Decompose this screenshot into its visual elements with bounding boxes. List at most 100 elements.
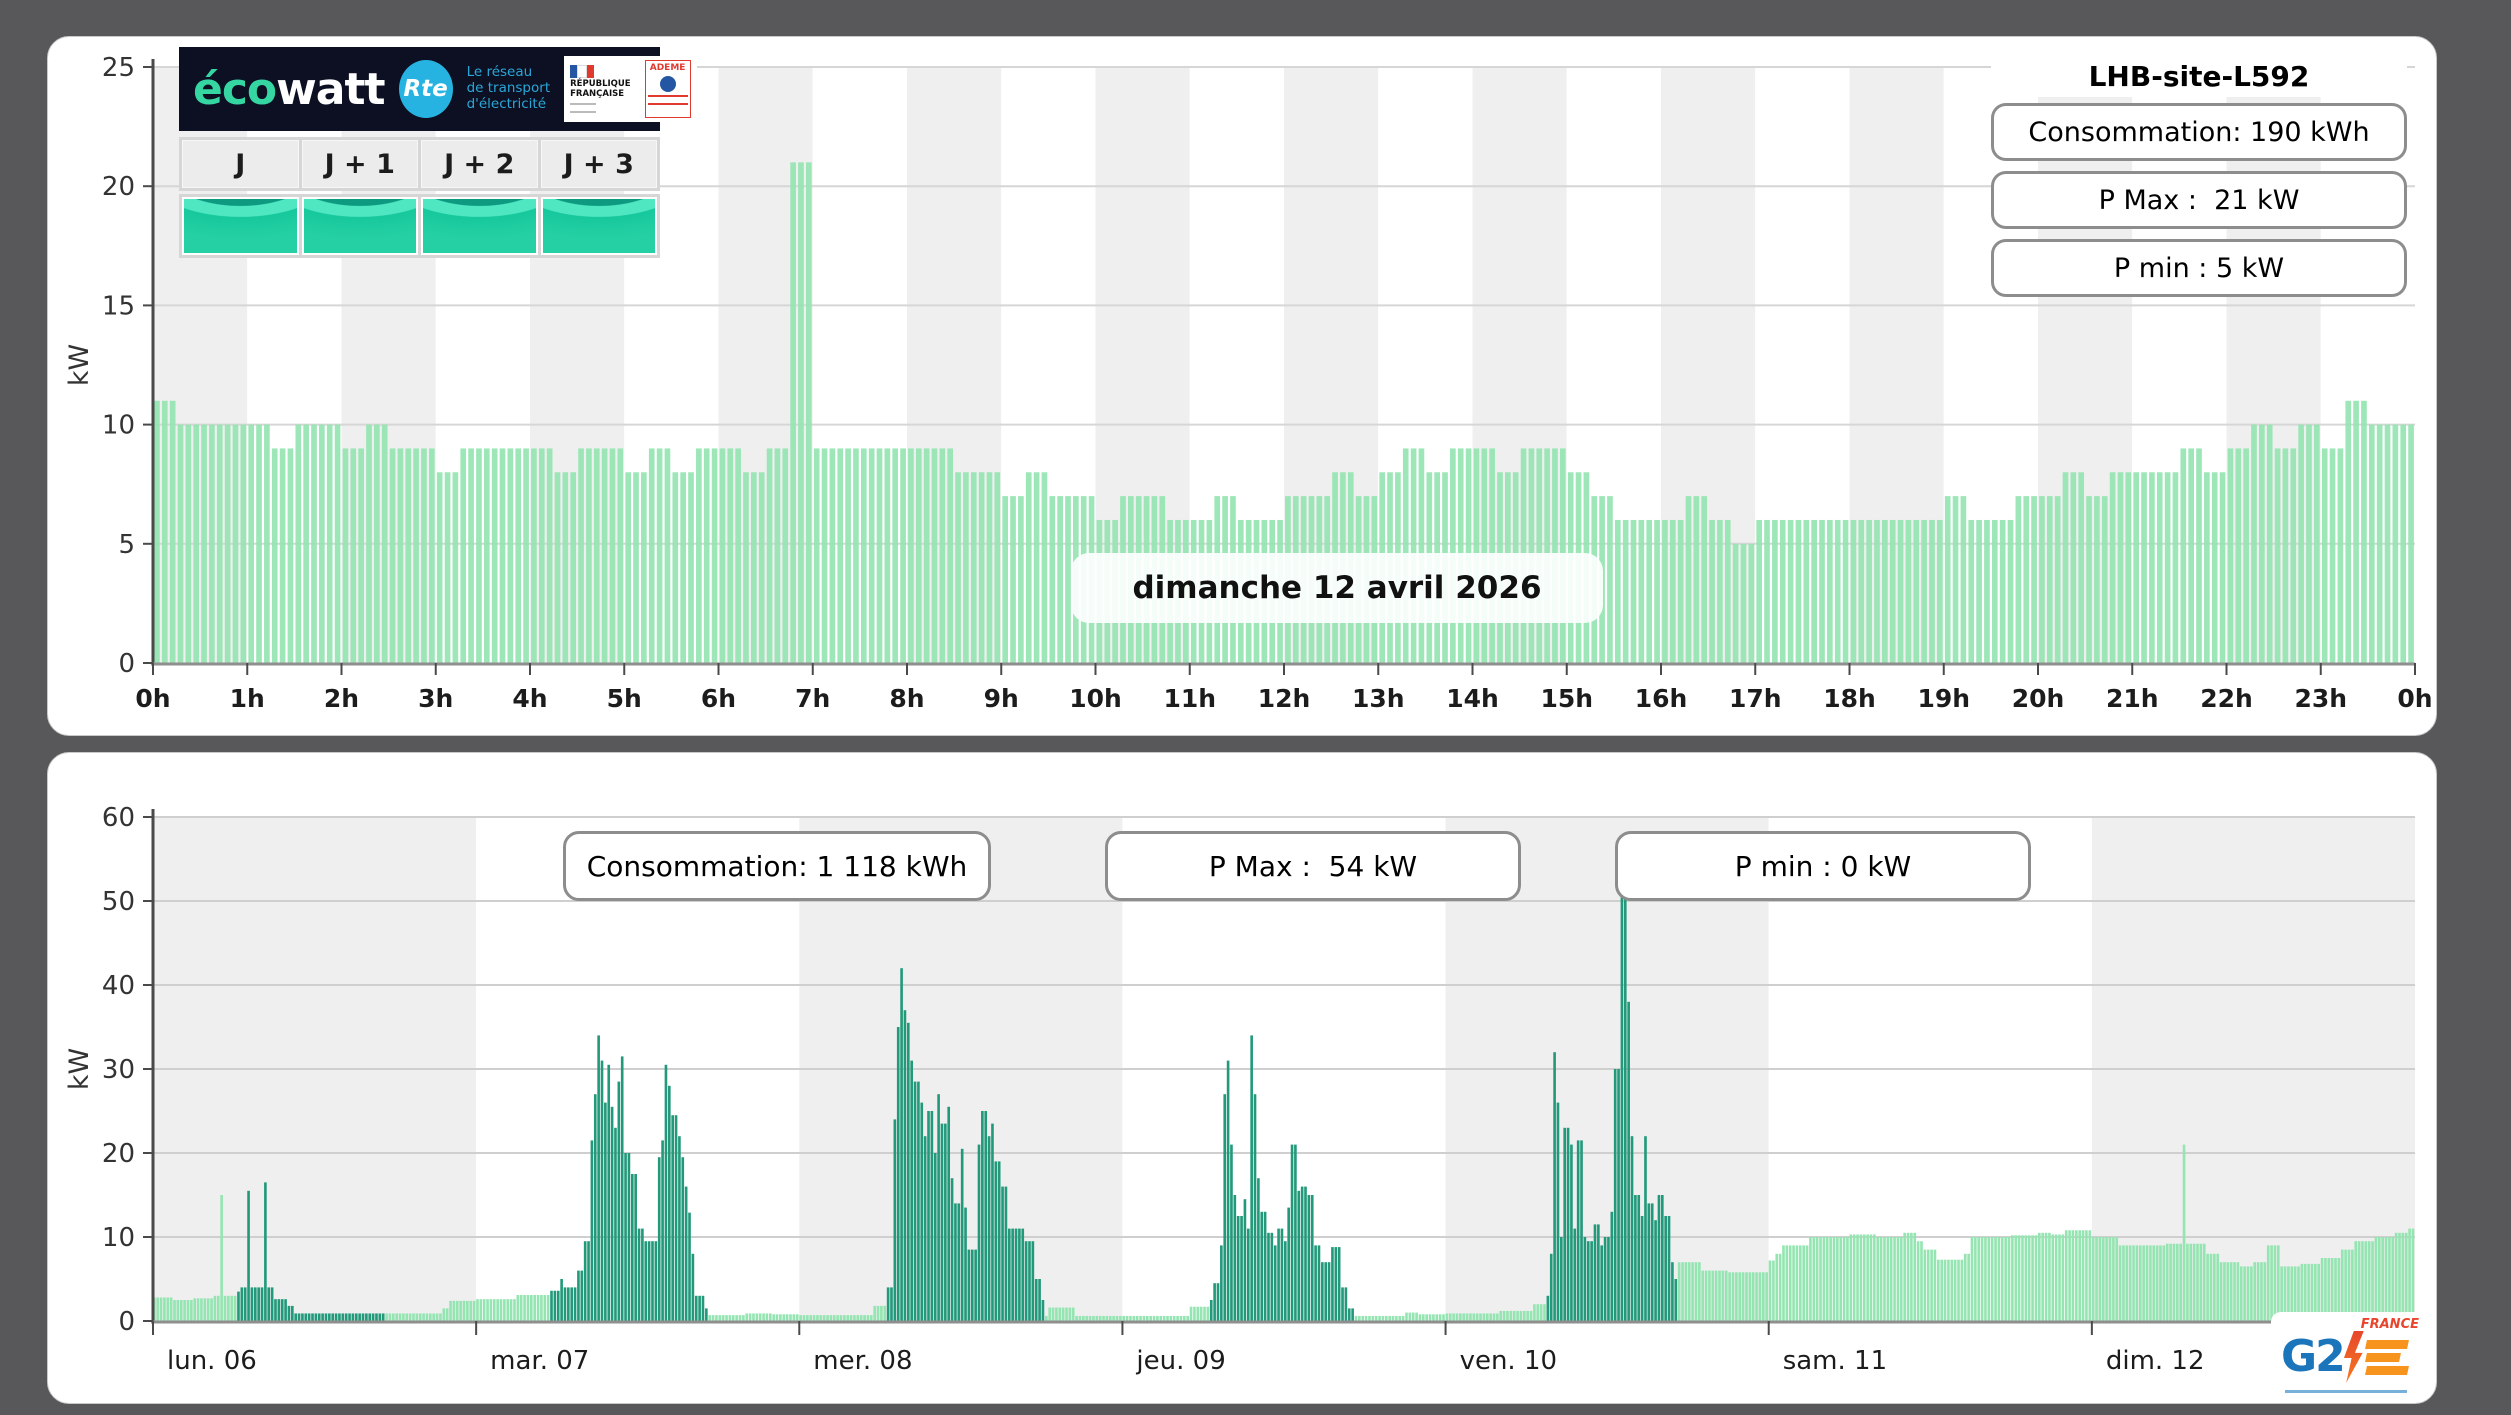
daily-bar bbox=[1850, 519, 1857, 663]
svg-text:25: 25 bbox=[102, 53, 135, 83]
signal-tile-j2[interactable] bbox=[421, 197, 538, 255]
weekly-bar bbox=[1778, 1253, 1782, 1321]
day-button-j1[interactable]: J + 1 bbox=[301, 140, 418, 188]
weekly-bar bbox=[2149, 1245, 2152, 1321]
weekly-bar bbox=[2118, 1245, 2122, 1321]
weekly-bar bbox=[950, 1178, 954, 1321]
weekly-bar bbox=[1903, 1232, 1906, 1321]
daily-bar bbox=[1866, 519, 1872, 663]
weekly-bar bbox=[1051, 1307, 1055, 1321]
weekly-bar bbox=[1910, 1232, 1913, 1321]
daily-bar bbox=[1669, 519, 1676, 663]
daily-bar bbox=[656, 448, 663, 663]
daily-bar bbox=[963, 472, 969, 663]
site-title: LHB-site-L592 bbox=[1991, 55, 2407, 97]
weekly-bar bbox=[1899, 1237, 1903, 1321]
svg-text:mar. 07: mar. 07 bbox=[490, 1346, 589, 1376]
weekly-bar bbox=[402, 1313, 405, 1321]
weekly-bar bbox=[1883, 1237, 1886, 1321]
daily-bar bbox=[1717, 519, 1723, 663]
weekly-bar bbox=[1287, 1207, 1290, 1321]
daily-bar bbox=[264, 424, 270, 663]
weekly-bar bbox=[1482, 1313, 1486, 1321]
weekly-bar bbox=[1650, 1203, 1654, 1321]
weekly-bar bbox=[1745, 1272, 1748, 1321]
svg-text:9h: 9h bbox=[984, 684, 1019, 713]
day-button-j[interactable]: J bbox=[182, 140, 299, 188]
weekly-bar bbox=[506, 1299, 510, 1321]
weekly-bar bbox=[301, 1313, 304, 1321]
daily-bar bbox=[1764, 519, 1770, 663]
day-button-j3[interactable]: J + 3 bbox=[540, 140, 657, 188]
weekly-bar bbox=[1388, 1315, 1391, 1321]
weekly-bar bbox=[1071, 1307, 1075, 1321]
weekly-bar bbox=[832, 1315, 836, 1321]
weekly-bar bbox=[2085, 1230, 2088, 1321]
weekly-bar bbox=[1711, 1270, 1715, 1321]
weekly-bar bbox=[1317, 1245, 1321, 1321]
day-button-j2[interactable]: J + 2 bbox=[421, 140, 538, 188]
weekly-bar bbox=[1502, 1310, 1506, 1321]
daily-bar bbox=[1795, 519, 1802, 663]
signal-tile-j3[interactable] bbox=[540, 197, 657, 255]
signal-tile-j1[interactable] bbox=[301, 197, 418, 255]
weekly-bar bbox=[398, 1313, 402, 1321]
weekly-bar bbox=[2219, 1262, 2223, 1321]
weekly-bar bbox=[190, 1300, 193, 1321]
daily-bar bbox=[1834, 519, 1841, 663]
weekly-bar bbox=[920, 1102, 924, 1321]
weekly-bar bbox=[913, 1081, 917, 1321]
weekly-bar bbox=[745, 1313, 749, 1321]
daily-bar bbox=[1921, 519, 1927, 663]
ademe-logo: ADEME bbox=[644, 60, 691, 118]
daily-bar bbox=[696, 448, 702, 663]
weekly-bar bbox=[1617, 1069, 1620, 1321]
weekly-bar bbox=[1691, 1262, 1694, 1321]
svg-text:21h: 21h bbox=[2106, 684, 2159, 713]
weekly-bar bbox=[974, 1249, 977, 1321]
weekly-bar bbox=[1708, 1270, 1711, 1321]
svg-text:20h: 20h bbox=[2012, 684, 2065, 713]
weekly-bar bbox=[731, 1315, 735, 1321]
weekly-bar bbox=[1560, 1237, 1563, 1321]
daily-bar bbox=[1677, 519, 1684, 663]
daily-bar bbox=[586, 448, 592, 663]
weekly-bar bbox=[1775, 1253, 1779, 1321]
weekly-bar bbox=[1065, 1307, 1068, 1321]
weekly-bar bbox=[2276, 1245, 2280, 1321]
svg-text:5h: 5h bbox=[607, 684, 642, 713]
daily-bar bbox=[2078, 472, 2085, 663]
weekly-bar bbox=[1122, 1315, 1126, 1321]
daily-bar bbox=[2156, 472, 2163, 663]
daily-bar bbox=[2408, 424, 2414, 663]
svg-text:13h: 13h bbox=[1352, 684, 1405, 713]
weekly-bar bbox=[1654, 1220, 1657, 1321]
weekly-bar bbox=[2095, 1237, 2098, 1321]
weekly-bar bbox=[883, 1305, 887, 1321]
weekly-bar bbox=[1674, 1279, 1678, 1321]
weekly-bar bbox=[859, 1315, 863, 1321]
weekly-bar bbox=[1950, 1259, 1954, 1321]
weekly-bar bbox=[1290, 1144, 1294, 1321]
weekly-bar bbox=[1001, 1186, 1004, 1321]
weekly-bar bbox=[2273, 1245, 2277, 1321]
weekly-bar bbox=[2404, 1232, 2408, 1321]
weekly-bar bbox=[590, 1140, 594, 1321]
weekly-bar bbox=[2381, 1237, 2384, 1321]
daily-bar bbox=[154, 400, 160, 663]
weekly-bar bbox=[637, 1228, 641, 1321]
weekly-bar bbox=[1869, 1234, 1873, 1321]
weekly-bar bbox=[1751, 1272, 1755, 1321]
weekly-bar bbox=[762, 1313, 765, 1321]
weekly-bar bbox=[2091, 1237, 2095, 1321]
weekly-bar bbox=[1004, 1186, 1008, 1321]
weekly-bar bbox=[843, 1315, 846, 1321]
weekly-bar bbox=[1926, 1249, 1930, 1321]
weekly-bar bbox=[1270, 1232, 1274, 1321]
daily-bar bbox=[1952, 496, 1959, 663]
weekly-bar bbox=[2159, 1245, 2162, 1321]
daily-bar bbox=[531, 448, 537, 663]
weekly-bar bbox=[1354, 1315, 1358, 1321]
weekly-bar bbox=[314, 1313, 318, 1321]
signal-tile-j[interactable] bbox=[182, 197, 299, 255]
